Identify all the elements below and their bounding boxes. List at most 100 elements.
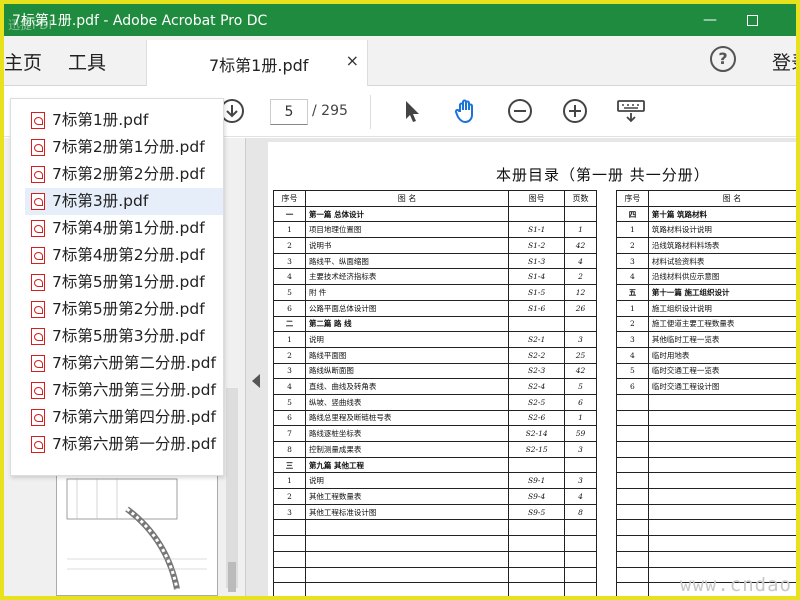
cell-pages: 4 [564, 252, 597, 270]
table-row: 3 路线纵断面图 S2-3 42 [273, 362, 597, 380]
file-list-item[interactable]: 7标第2册第2分册.pdf [25, 161, 223, 188]
page-title: 本册目录（第一册 共一分册） [496, 166, 710, 184]
menu-bar: 主页 工具 7标第1册.pdf × ? 登录 [4, 36, 796, 86]
cell-name: 直线、曲线及转角表 [304, 378, 510, 395]
cell-no: 5 [616, 362, 649, 380]
cell-no: 8 [273, 441, 306, 458]
cell-name: 说明书 [304, 237, 510, 254]
file-name: 7标第2册第2分册.pdf [52, 165, 205, 183]
cell-no: 2 [273, 346, 306, 364]
table-row: 6 公路平面总体设计图 S1-6 26 [273, 299, 597, 317]
table-row [616, 409, 796, 427]
table-row [616, 488, 796, 505]
cell-name [647, 409, 796, 427]
cell-code: S2-6 [508, 409, 566, 427]
file-list-item[interactable]: 7标第5册第3分册.pdf [25, 323, 223, 350]
cell-code: S2-15 [508, 441, 566, 458]
file-name: 7标第2册第1分册.pdf [52, 138, 205, 156]
minimize-button[interactable]: — [688, 8, 732, 32]
cell-no: 2 [616, 237, 649, 254]
cell-name: 施工组织设计说明 [647, 299, 796, 317]
table-row [616, 472, 796, 490]
cell-name: 第九篇 其他工程 [304, 456, 510, 474]
close-tab-button[interactable]: × [346, 51, 359, 70]
file-list-item[interactable]: 7标第3册.pdf [25, 188, 223, 215]
cell-name: 其他工程标准设计图 [304, 503, 510, 521]
maximize-button[interactable] [730, 8, 774, 32]
file-list-item[interactable]: 7标第1册.pdf [25, 107, 223, 134]
cell-name: 路线纵断面图 [304, 362, 510, 380]
cell-pages: 8 [564, 503, 597, 521]
window-title: 7标第1册.pdf - Adobe Acrobat Pro DC [12, 13, 268, 29]
cell-name: 筑路材料设计说明 [647, 221, 796, 239]
cell-no: 7 [273, 425, 306, 442]
pdf-file-icon [31, 382, 45, 399]
cell-no [616, 566, 649, 584]
cell-no: 2 [273, 237, 306, 254]
cell-no: 三 [273, 456, 306, 474]
cell-name [304, 582, 510, 596]
nav-home[interactable]: 主页 [4, 48, 42, 75]
cell-no [616, 503, 649, 521]
nav-tools[interactable]: 工具 [68, 48, 106, 75]
cell-code [508, 205, 566, 223]
cell-no: 1 [273, 221, 306, 239]
select-cursor-icon[interactable] [398, 97, 426, 125]
thumbnail-drawing [66, 478, 207, 590]
file-list-item[interactable]: 7标第六册第一分册.pdf [25, 431, 223, 458]
file-list-item[interactable]: 7标第2册第1分册.pdf [25, 134, 223, 161]
cell-name: 路线平、纵面缩图 [304, 252, 510, 270]
keyboard-icon[interactable] [616, 97, 646, 125]
document-view[interactable]: 本册目录（第一册 共一分册） 序号 图 名 图号 页数 一第一篇 总体设计 1 项目… [246, 138, 796, 596]
cell-code: S2-5 [508, 393, 566, 411]
cell-no: 4 [273, 378, 306, 395]
file-list-item[interactable]: 7标第5册第1分册.pdf [25, 269, 223, 296]
table-row [273, 535, 597, 552]
cell-no [616, 550, 649, 568]
table-row: 4 主要技术经济指标表 S1-4 2 [273, 268, 597, 286]
table-row: 三第九篇 其他工程 [273, 456, 597, 474]
table-row: 1 项目地理位置图 S1-1 1 [273, 221, 597, 239]
cell-code [508, 535, 566, 552]
cell-code [508, 582, 566, 596]
sidebar-scrollbar-thumb[interactable] [228, 562, 236, 592]
hand-tool-icon[interactable] [452, 97, 480, 125]
sidebar-scrollbar[interactable] [226, 388, 238, 588]
file-list-item[interactable]: 7标第六册第四分册.pdf [25, 404, 223, 431]
cell-no: 6 [273, 409, 306, 427]
help-icon[interactable]: ? [710, 46, 736, 72]
page-thumbnail[interactable] [56, 468, 218, 596]
table-row: 4 临时用地表 [616, 346, 796, 364]
zoom-out-icon[interactable] [506, 97, 534, 125]
login-link[interactable]: 登录 [772, 48, 796, 75]
cell-name [647, 472, 796, 490]
table-row: 3 路线平、纵面缩图 S1-3 4 [273, 252, 597, 270]
file-name: 7标第1册.pdf [52, 111, 149, 129]
file-list-item[interactable]: 7标第4册第1分册.pdf [25, 215, 223, 242]
cell-no [616, 535, 649, 552]
cell-name: 第十一篇 施工组织设计 [647, 284, 796, 301]
page-total: / 295 [312, 103, 348, 119]
file-list-item[interactable]: 7标第六册第二分册.pdf [25, 350, 223, 377]
cell-pages [564, 315, 597, 333]
file-name: 7标第六册第二分册.pdf [52, 354, 216, 372]
pdf-file-icon [31, 247, 45, 264]
file-list-item[interactable]: 7标第5册第2分册.pdf [25, 296, 223, 323]
collapse-sidebar-icon[interactable] [252, 374, 260, 388]
file-list-item[interactable]: 7标第六册第三分册.pdf [25, 377, 223, 404]
document-tab[interactable]: 7标第1册.pdf × [146, 40, 368, 86]
cell-no: 4 [616, 346, 649, 364]
page-number-input[interactable]: 5 [270, 99, 308, 125]
cell-name [304, 519, 510, 537]
pdf-file-icon [31, 328, 45, 345]
file-name: 7标第4册第1分册.pdf [52, 219, 205, 237]
cell-name [647, 535, 796, 552]
table-row [616, 393, 796, 411]
cell-name [647, 425, 796, 442]
cell-no: 6 [273, 299, 306, 317]
zoom-in-icon[interactable] [561, 97, 589, 125]
file-list-item[interactable]: 7标第4册第2分册.pdf [25, 242, 223, 269]
pdf-file-icon [31, 139, 45, 156]
toc-table-left: 序号 图 名 图号 页数 一第一篇 总体设计 1 项目地理位置图 S1-1 1 2 说明书 S… [273, 190, 597, 596]
pdf-file-icon [31, 166, 45, 183]
